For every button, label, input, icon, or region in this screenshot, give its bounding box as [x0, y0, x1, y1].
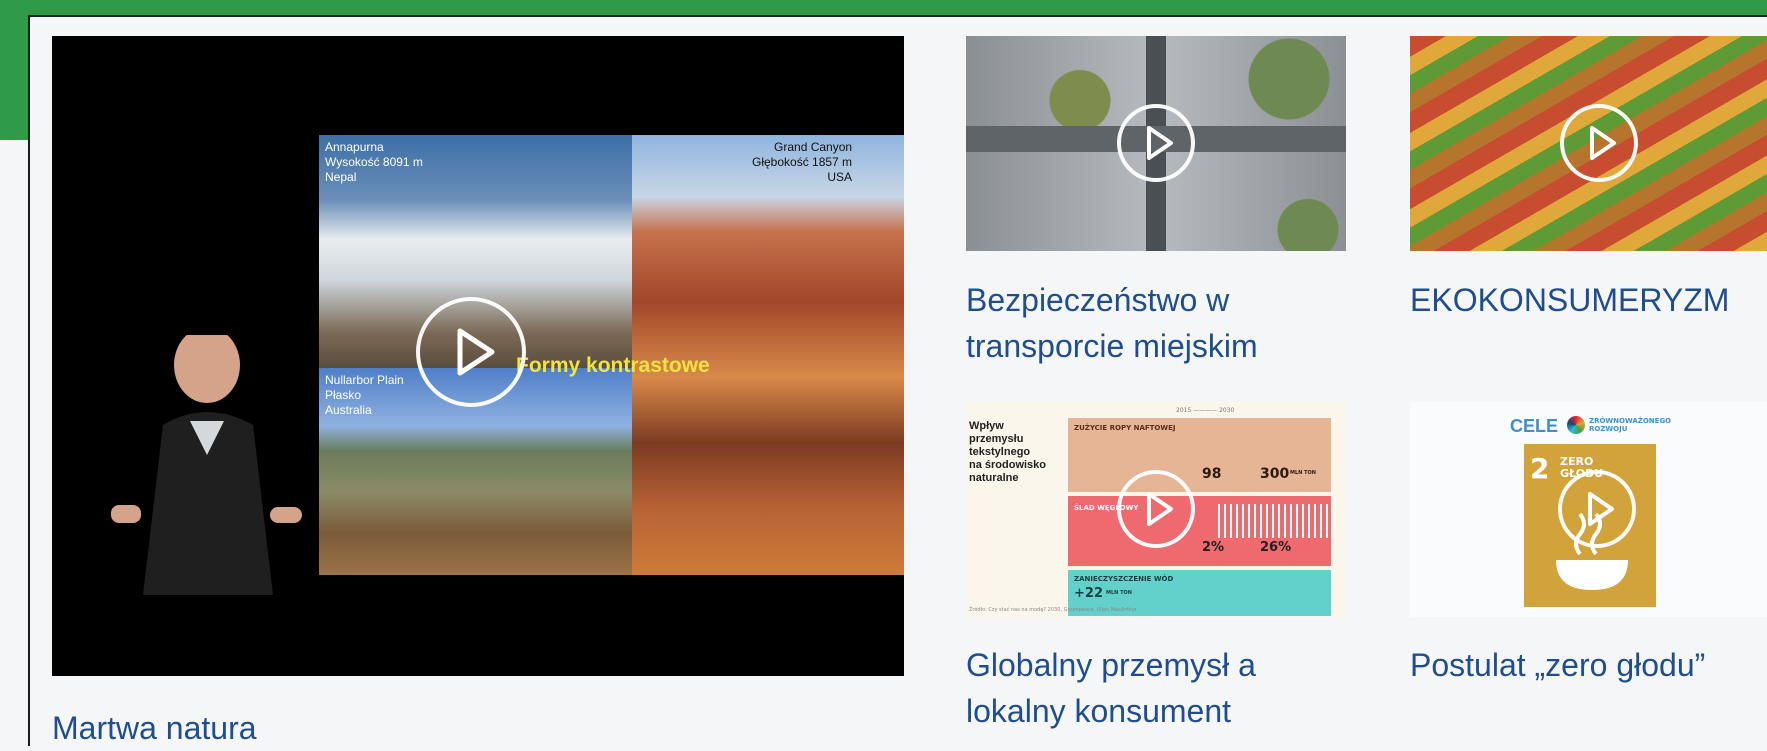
play-icon	[1590, 126, 1616, 160]
slide-plain-text: Nullarbor Plain Płasko Australia	[325, 373, 404, 417]
sdg-header-right: ZRÓWNOWAŻONEGO ROZWOJU	[1589, 417, 1672, 433]
infographic-footer: Źródło: Czy stać nas na modę? 2030, Gree…	[969, 607, 1137, 613]
infographic-heading: Wpływ przemysłu tekstylnego na środowisk…	[969, 420, 1047, 484]
infographic-row2: ŚLAD WĘGLOWY 2% 26%	[1068, 496, 1331, 566]
card-title[interactable]: Bezpieczeństwo w transporcie miejskim	[966, 277, 1258, 369]
play-button[interactable]	[1558, 470, 1636, 548]
play-button[interactable]	[1117, 470, 1195, 548]
infographic-years: 2015 ———— 2030	[1176, 407, 1235, 414]
slide-canyon-text: Grand Canyon Głębokość 1857 m USA	[752, 140, 853, 184]
card-title[interactable]: Postulat „zero głodu”	[1410, 642, 1705, 688]
left-accent-bar	[0, 0, 28, 140]
card-title[interactable]: Globalny przemysł a lokalny konsument	[966, 642, 1256, 734]
infographic-row1: ZUŻYCIE ROPY NAFTOWEJ 98 300 MLN TON	[1068, 418, 1331, 492]
play-button[interactable]	[1560, 104, 1638, 182]
slide-annapurna-text: Annapurna Wysokość 8091 m Nepal	[325, 140, 423, 184]
top-accent-bar	[0, 0, 1767, 15]
card-title[interactable]: Martwa natura	[52, 705, 257, 751]
play-icon	[1147, 492, 1173, 526]
slide-center-caption: Formy kontrastowe	[516, 354, 710, 377]
play-button[interactable]	[416, 297, 526, 407]
play-icon	[1147, 126, 1173, 160]
play-icon	[457, 328, 495, 376]
play-button[interactable]	[1117, 104, 1195, 182]
card-title[interactable]: EKOKONSUMERYZM	[1410, 277, 1729, 323]
lecturer-image	[111, 335, 302, 595]
sdg-header: CELE	[1510, 416, 1559, 436]
play-icon	[1588, 492, 1614, 526]
